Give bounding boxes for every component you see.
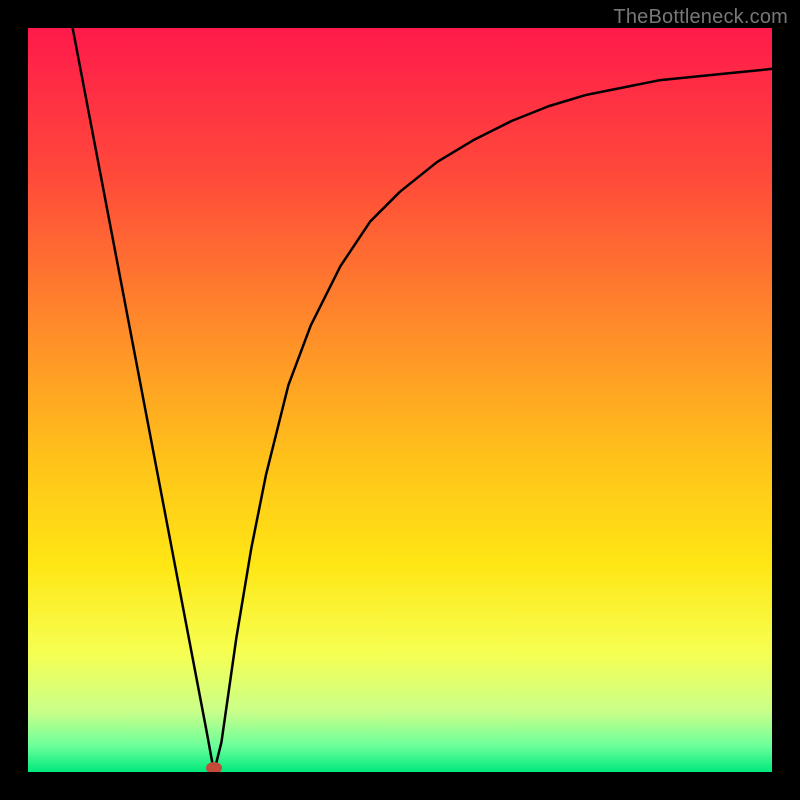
chart-background (28, 28, 772, 772)
attribution-text: TheBottleneck.com (613, 6, 788, 29)
chart-frame: TheBottleneck.com (0, 0, 800, 800)
chart-plot-area (28, 28, 772, 772)
chart-svg (28, 28, 772, 772)
